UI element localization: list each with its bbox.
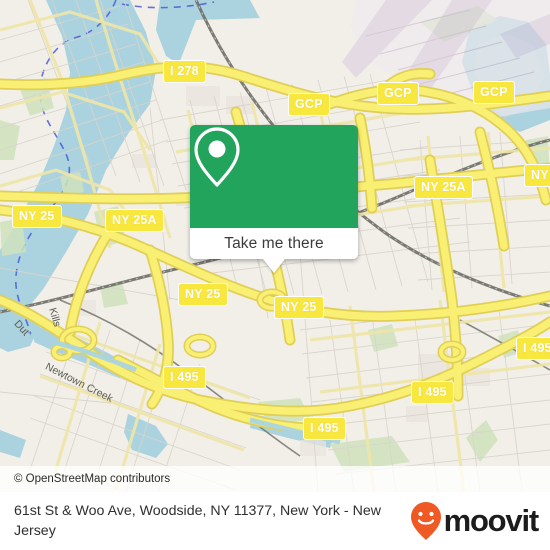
road-shield-ny25a-right: NY 25A bbox=[414, 176, 473, 199]
footer-bar: 61st St & Woo Ave, Woodside, NY 11377, N… bbox=[0, 492, 550, 550]
take-me-there-label: Take me there bbox=[224, 234, 324, 252]
road-shield-i495-right-edge: I 495 bbox=[516, 337, 550, 360]
map-attribution-bar: © OpenStreetMap contributors bbox=[0, 466, 550, 492]
moovit-map-screenshot: Newtown Creek Kills Dut I 278 GCP GCP GC… bbox=[0, 0, 550, 550]
road-shield-i495-mid: I 495 bbox=[411, 381, 454, 404]
road-shield-i495-bottom: I 495 bbox=[303, 417, 346, 440]
road-shield-gcp-2: GCP bbox=[377, 82, 419, 105]
road-shield-ny25-mid-left: NY 25 bbox=[178, 283, 228, 306]
road-shield-gcp-1: GCP bbox=[288, 93, 330, 116]
card-button-area[interactable]: Take me there bbox=[190, 228, 358, 273]
take-me-there-card[interactable]: Take me there bbox=[190, 125, 358, 273]
osm-attribution-text[interactable]: © OpenStreetMap contributors bbox=[0, 473, 170, 485]
road-shield-ny25-edge: NY 2 bbox=[524, 164, 550, 187]
moovit-pin-icon bbox=[410, 502, 441, 540]
card-icon-area bbox=[190, 125, 358, 228]
road-shield-ny25-left: NY 25 bbox=[12, 205, 62, 228]
moovit-wordmark: moovit bbox=[443, 503, 540, 538]
road-shield-ny25a-left: NY 25A bbox=[105, 209, 164, 232]
location-address-text: 61st St & Woo Ave, Woodside, NY 11377, N… bbox=[14, 503, 381, 539]
road-shield-i278: I 278 bbox=[163, 60, 206, 83]
map-pin-icon bbox=[194, 127, 240, 187]
road-shield-ny25-mid: NY 25 bbox=[274, 296, 324, 319]
card-pointer bbox=[263, 259, 285, 273]
road-shield-i495-left: I 495 bbox=[163, 366, 206, 389]
moovit-logo[interactable]: moovit bbox=[409, 501, 550, 541]
map-canvas[interactable]: Newtown Creek Kills Dut I 278 GCP GCP GC… bbox=[0, 0, 550, 492]
road-shield-gcp-3: GCP bbox=[473, 81, 515, 104]
